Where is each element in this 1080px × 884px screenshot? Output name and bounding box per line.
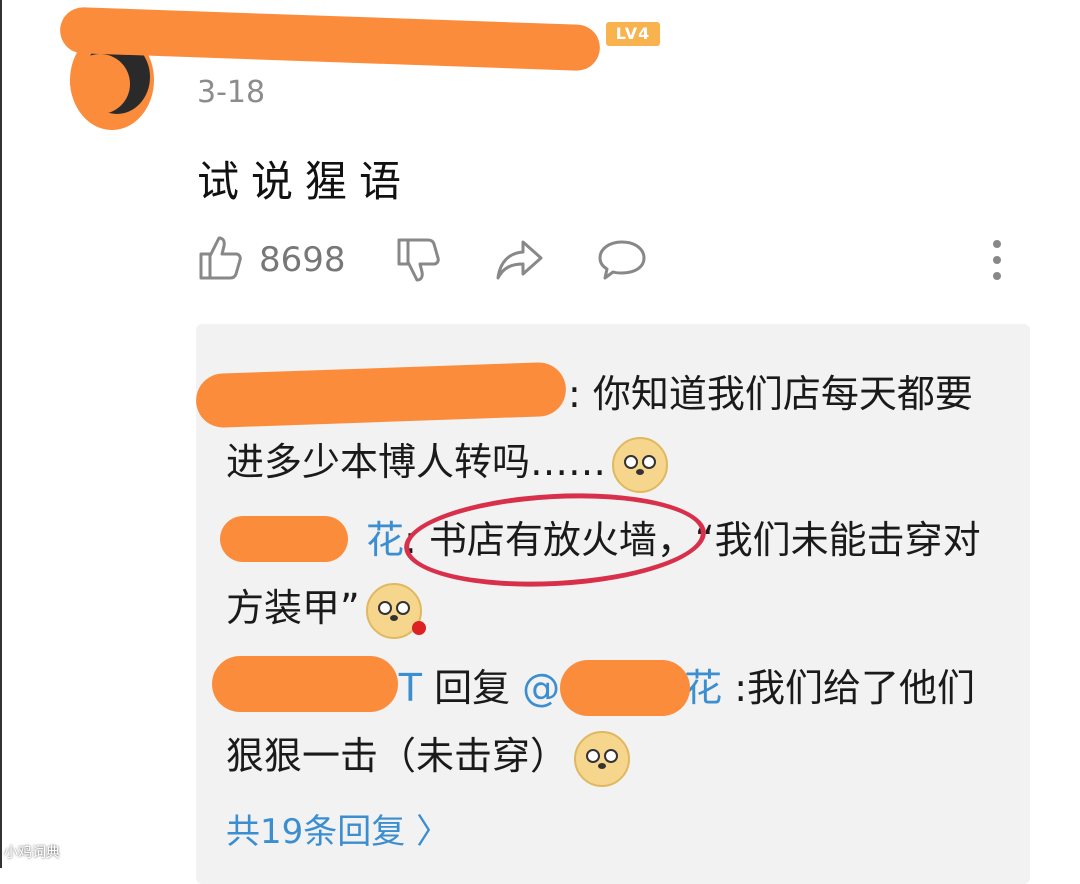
doge-rose-emoji-icon xyxy=(365,582,426,639)
thumbs-down-icon xyxy=(395,236,443,284)
watermark: 小鸡词典 xyxy=(4,845,60,861)
share-button[interactable] xyxy=(495,238,545,282)
more-options-button[interactable] xyxy=(987,238,1007,282)
reply-verb: 回复 xyxy=(422,666,523,710)
level-badge: LV4 xyxy=(606,22,660,46)
like-button[interactable] xyxy=(197,234,245,282)
speech-bubble-icon xyxy=(597,238,647,282)
redacted-name-3 xyxy=(212,656,398,712)
redacted-name-4 xyxy=(560,660,690,716)
thumbs-up-icon xyxy=(197,234,245,282)
reply-at-sign: @ xyxy=(522,666,561,710)
doge-emoji-icon xyxy=(612,436,669,493)
action-bar: 8698 xyxy=(197,234,1037,286)
comment-button[interactable] xyxy=(597,238,647,282)
comment-text: 试说猩语 xyxy=(197,157,414,206)
doge-emoji-icon xyxy=(574,730,631,787)
rose-icon xyxy=(411,620,426,635)
redacted-name-2 xyxy=(220,516,348,562)
dislike-button[interactable] xyxy=(395,236,443,284)
like-count: 8698 xyxy=(259,240,346,280)
left-border xyxy=(0,0,2,868)
view-all-replies-link[interactable]: 共19条回复 〉 xyxy=(226,804,450,853)
share-arrow-icon xyxy=(495,238,545,282)
more-dots-icon xyxy=(987,238,1007,282)
comment-date: 3-18 xyxy=(197,75,266,110)
